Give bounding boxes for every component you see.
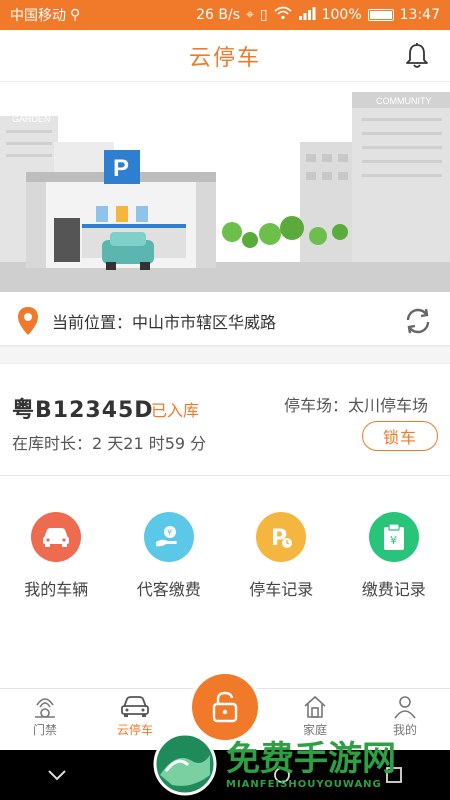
tab-label: 云停车 — [116, 723, 153, 737]
car-icon — [31, 512, 82, 562]
lock-car-button[interactable]: 锁车 — [362, 421, 438, 451]
tab-access-control[interactable]: 门禁 — [0, 689, 90, 750]
watermark-title: 免费手游网 — [226, 738, 396, 779]
signal-icon — [298, 6, 316, 24]
watermark-subtitle: MIANFEISHOUYOUWANG — [226, 778, 382, 790]
parking-lot-name: 停车场：太川停车场 — [283, 396, 428, 415]
battery-percent: 100% — [321, 7, 362, 23]
refresh-icon[interactable] — [402, 305, 434, 337]
parking-banner: GARDEN COMMUNITY P — [0, 82, 450, 292]
unlock-icon — [212, 691, 238, 723]
watermark-logo — [153, 732, 217, 796]
net-speed: 26 B/s — [196, 7, 240, 23]
feature-my-vehicles[interactable]: 我的车辆 — [0, 512, 113, 688]
access-control-icon — [35, 698, 55, 718]
location-text: 当前位置：中山市市辖区华威路 — [52, 312, 277, 332]
feature-proxy-payment[interactable]: ¥ 代客缴费 — [113, 512, 226, 688]
user-icon — [394, 696, 416, 719]
chevron-down-icon[interactable] — [47, 769, 67, 781]
feature-label: 我的车辆 — [24, 580, 89, 599]
feature-label: 代客缴费 — [136, 580, 201, 599]
feature-grid: 我的车辆 ¥ 代客缴费 P 停车记录 ¥ 缴费记录 — [0, 476, 450, 688]
current-location: 当前位置：中山市市辖区华威路 — [0, 296, 450, 346]
page-title: 云停车 — [188, 45, 261, 71]
battery-icon — [367, 9, 394, 21]
car-tab-icon — [121, 696, 149, 717]
vibrate-icon: ▯ — [259, 7, 268, 23]
status-badge: 已入库 — [151, 401, 200, 420]
svg-text:¥: ¥ — [390, 534, 397, 547]
feature-parking-records[interactable]: P 停车记录 — [225, 512, 338, 688]
location-status-icon: ⌖ — [246, 7, 254, 23]
location-pin-icon — [18, 306, 38, 335]
clock: 13:47 — [399, 7, 440, 23]
community-sign: COMMUNITY — [376, 96, 432, 106]
watermark: 免费手游网 MIANFEISHOUYOUWANG — [152, 728, 450, 800]
svg-text:¥: ¥ — [167, 528, 172, 537]
bell-icon[interactable] — [404, 42, 430, 70]
app-header: 云停车 — [0, 30, 450, 82]
license-plate: 粤B12345D — [12, 398, 154, 423]
garden-sign: GARDEN — [12, 114, 51, 124]
parking-duration: 在库时长：2 天21 时59 分 — [12, 434, 207, 453]
parking-sign: P — [113, 155, 129, 182]
feature-label: 缴费记录 — [361, 580, 426, 599]
carrier-name: 中国移动 — [10, 8, 66, 24]
home-icon — [304, 695, 326, 718]
feature-label: 停车记录 — [249, 580, 314, 599]
feature-payment-records[interactable]: ¥ 缴费记录 — [338, 512, 450, 688]
status-bar: 中国移动 ⚲ 26 B/s ⌖ ▯ 100% 13:47 — [0, 0, 450, 30]
parking-record-icon: P — [256, 512, 307, 562]
clipboard-yuan-icon: ¥ — [368, 512, 419, 562]
vehicle-card[interactable]: 粤B12345D 已入库 在库时长：2 天21 时59 分 停车场：太川停车场 … — [0, 364, 450, 476]
tab-label: 门禁 — [32, 723, 57, 737]
hand-coin-icon: ¥ — [143, 512, 194, 562]
section-divider — [0, 346, 450, 364]
parking-illustration: GARDEN COMMUNITY P — [0, 82, 450, 292]
wifi-icon — [274, 6, 292, 24]
usb-icon: ⚲ — [70, 7, 81, 23]
